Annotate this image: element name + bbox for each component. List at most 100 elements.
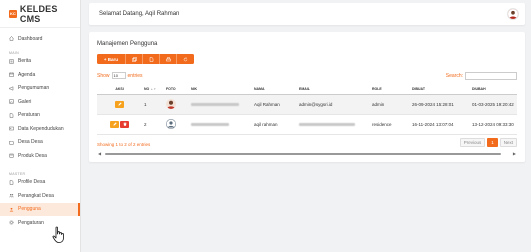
brand-name: KELDES CMS: [19, 3, 58, 24]
sidebar-item-profile-desa[interactable]: Profile Desa: [0, 176, 80, 190]
gear-icon: [9, 220, 14, 225]
cell-dibuat: 16-11-2024 13:07:04: [410, 114, 470, 135]
row-actions: [97, 94, 142, 115]
file-icon: [149, 56, 153, 62]
page-length-control: Show 10 entries: [97, 72, 143, 79]
sidebar-item-label: Pengaturan: [18, 219, 44, 226]
user-group-icon: [9, 207, 14, 212]
edit-button[interactable]: [110, 120, 119, 128]
redacted-nik: [191, 102, 239, 106]
column-header-foto: FOTO: [164, 85, 189, 95]
print-button[interactable]: [160, 54, 177, 64]
refresh-button[interactable]: [177, 54, 194, 64]
sidebar-item-perangkat-desa[interactable]: Perangkat Desa: [0, 189, 80, 203]
sidebar-item-label: Peraturan: [18, 112, 40, 119]
sidebar-item-pengumuman[interactable]: Pengumuman: [0, 82, 80, 96]
column-header-dibuat[interactable]: DIBUAT: [410, 85, 470, 95]
print-icon: [165, 56, 171, 61]
sidebar-item-desa-desa[interactable]: Desa Desa: [0, 136, 80, 150]
trash-icon: [123, 122, 126, 126]
hand-cursor-icon: [52, 226, 64, 243]
sidebar-item-dashboard[interactable]: Dashboard: [0, 32, 80, 46]
column-header-diubah[interactable]: DIUBAH: [470, 85, 517, 95]
edit-button[interactable]: [115, 100, 124, 108]
cell-email: admin@sygsri.id: [297, 94, 370, 115]
cell-diubah: 01-03-2025 19:20:42: [470, 94, 517, 115]
page-title: Manajemen Pengguna: [97, 41, 158, 47]
sort-icon: ▲▼: [150, 87, 157, 92]
user-management-panel: Manajemen Pengguna + Baru Show 10 entrie…: [89, 32, 525, 162]
cell-nik: [189, 114, 252, 135]
export-button[interactable]: [143, 54, 160, 64]
horizontal-scrollbar[interactable]: ◀ ▶: [97, 152, 517, 156]
cell-nama: aqil rahman: [252, 114, 297, 135]
copy-icon: [131, 56, 137, 62]
row-actions: [97, 114, 142, 135]
cell-dibuat: 26-09-2024 15:28:01: [410, 94, 470, 115]
scroll-left-arrow-icon[interactable]: ◀: [98, 152, 101, 156]
column-header-role[interactable]: ROLE: [370, 85, 410, 95]
sidebar-item-label: Dashboard: [18, 35, 43, 42]
sidebar-item-berita[interactable]: Berita: [0, 55, 80, 69]
redacted-nik: [191, 122, 229, 126]
cell-nama: Aqil Rahman: [252, 94, 297, 115]
entries-label: entries: [127, 72, 143, 79]
pencil-icon: [117, 102, 122, 106]
cell-foto: [164, 114, 189, 135]
users-table: AKSI NO▲▼ FOTO NIK NAMA EMAIL ROLE DIBUA…: [97, 85, 517, 135]
sidebar-item-produk-desa[interactable]: Produk Desa: [0, 149, 80, 163]
megaphone-icon: [9, 86, 14, 91]
brand[interactable]: KC KELDES CMS: [0, 0, 80, 28]
sidebar-item-galeri[interactable]: Galeri: [0, 95, 80, 109]
show-label: Show: [97, 72, 110, 79]
previous-button[interactable]: Previous: [459, 138, 486, 147]
column-header-aksi: AKSI: [97, 85, 142, 95]
delete-button[interactable]: [120, 120, 129, 128]
topbar: Selamat Datang, Aqil Rahman: [89, 3, 525, 25]
table-row: 1 Aqil Rahman admin@sygsri.id admin 26-0…: [97, 94, 517, 115]
table-info: Showing 1 to 2 of 2 entries: [97, 142, 151, 147]
cell-foto: [164, 94, 189, 115]
scrollbar-thumb[interactable]: [105, 153, 501, 155]
sidebar-item-agenda[interactable]: Agenda: [0, 68, 80, 82]
redacted-email: [299, 122, 355, 126]
column-header-label: NO: [144, 87, 150, 92]
sidebar-item-pengguna[interactable]: Pengguna: [0, 202, 80, 216]
search-input[interactable]: [465, 72, 517, 80]
new-button[interactable]: + Baru: [97, 54, 126, 64]
sidebar-item-label: Data Kependudukan: [18, 125, 64, 132]
user-photo-placeholder: [166, 119, 176, 129]
user-photo: [166, 99, 176, 109]
column-header-nama[interactable]: NAMA: [252, 85, 297, 95]
table-header-row: AKSI NO▲▼ FOTO NIK NAMA EMAIL ROLE DIBUA…: [97, 85, 517, 95]
column-header-nik[interactable]: NIK: [189, 85, 252, 95]
column-header-email[interactable]: EMAIL: [297, 85, 370, 95]
cell-role: residence: [370, 114, 410, 135]
cell-no: 1: [142, 94, 164, 115]
calendar-icon: [9, 72, 14, 77]
newspaper-icon: [9, 59, 14, 64]
sidebar-item-label: Perangkat Desa: [18, 192, 54, 199]
sidebar-item-label: Desa Desa: [18, 139, 43, 146]
next-button[interactable]: Next: [499, 138, 517, 147]
page-length-select[interactable]: 10: [111, 72, 126, 79]
table-toolbar: + Baru: [97, 54, 194, 64]
scroll-right-arrow-icon[interactable]: ▶: [513, 152, 516, 156]
sidebar-item-peraturan[interactable]: Peraturan: [0, 109, 80, 123]
image-icon: [9, 99, 14, 104]
avatar[interactable]: [507, 8, 519, 20]
sidebar-item-label: Berita: [18, 58, 32, 65]
page-button-current[interactable]: 1: [487, 138, 498, 147]
sidebar-item-data-kependudukan[interactable]: Data Kependudukan: [0, 122, 80, 136]
brand-logo: KC: [9, 9, 17, 18]
sidebar-item-pengaturan[interactable]: Pengaturan: [0, 216, 80, 230]
sidebar-item-label: Agenda: [18, 71, 36, 78]
column-header-no[interactable]: NO▲▼: [142, 85, 164, 95]
id-card-icon: [9, 126, 14, 131]
document-icon: [9, 113, 14, 118]
table-row: 2 aqil rahman residence 16-11-2024 13:07…: [97, 114, 517, 135]
pencil-icon: [112, 122, 117, 126]
copy-button[interactable]: [126, 54, 143, 64]
sidebar-item-label: Pengguna: [18, 206, 41, 213]
cell-diubah: 13-12-2024 09:33:30: [470, 114, 517, 135]
